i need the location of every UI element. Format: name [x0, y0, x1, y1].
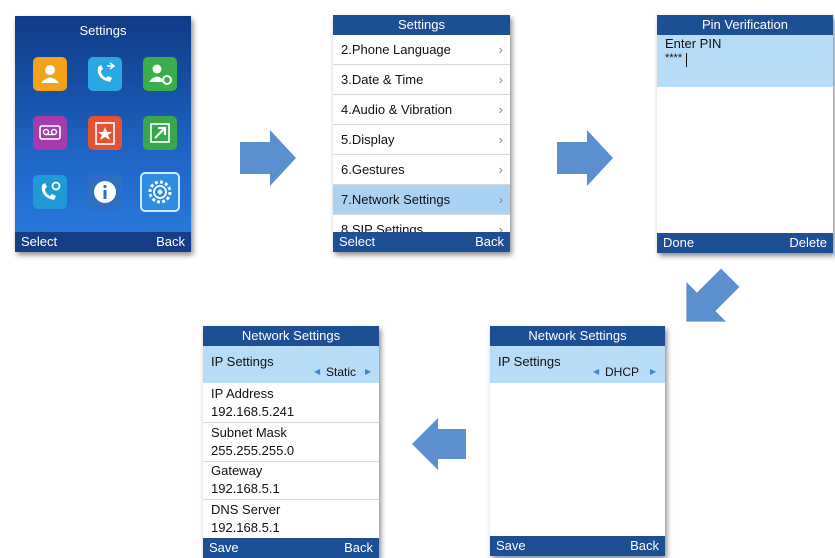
- menu-softkey-bar: Select Back: [333, 232, 510, 252]
- menu-item-label: 5.Display: [341, 132, 395, 147]
- back-softkey[interactable]: Back: [630, 538, 659, 553]
- menu-item-phone-language[interactable]: 2.Phone Language ›: [333, 35, 510, 65]
- pin-input-field[interactable]: ****: [665, 52, 682, 64]
- menu-item-display[interactable]: 5.Display ›: [333, 125, 510, 155]
- chevron-left-icon[interactable]: ◀: [314, 367, 320, 376]
- transfer-icon[interactable]: [143, 116, 177, 150]
- menu-item-gestures[interactable]: 6.Gestures ›: [333, 155, 510, 185]
- flow-arrow-right-1: [240, 130, 296, 186]
- delete-softkey[interactable]: Delete: [789, 235, 827, 250]
- static-softkey-bar: Save Back: [203, 538, 379, 558]
- menu-item-label: 6.Gestures: [341, 162, 405, 177]
- settings-gear-icon[interactable]: [140, 172, 180, 212]
- select-softkey[interactable]: Select: [21, 234, 57, 249]
- pin-label: Enter PIN: [665, 36, 722, 51]
- subnet-mask-input[interactable]: 255.255.255.0: [211, 443, 294, 458]
- divider: [203, 461, 379, 462]
- chevron-right-icon: ›: [498, 162, 503, 177]
- pin-title: Pin Verification: [657, 15, 833, 35]
- gateway-label: Gateway: [211, 463, 263, 478]
- contact-settings-icon[interactable]: [143, 57, 177, 91]
- chevron-right-icon: ›: [498, 132, 503, 147]
- done-softkey[interactable]: Done: [663, 235, 694, 250]
- ip-mode-value[interactable]: DHCP: [605, 365, 639, 379]
- contacts-icon[interactable]: [33, 57, 67, 91]
- ip-settings-label: IP Settings: [211, 354, 274, 369]
- menu-item-label: 3.Date & Time: [341, 72, 424, 87]
- network-settings-title: Network Settings: [490, 326, 665, 346]
- menu-item-label: 4.Audio & Vibration: [341, 102, 453, 117]
- menu-item-network-settings[interactable]: 7.Network Settings ›: [333, 185, 510, 215]
- back-softkey[interactable]: Back: [475, 234, 504, 249]
- network-settings-static-screen: Network Settings IP Settings ◀ Static ▶ …: [203, 326, 379, 558]
- chevron-right-icon: ›: [498, 192, 503, 207]
- divider: [203, 422, 379, 423]
- home-title: Settings: [79, 23, 127, 38]
- ip-settings-label: IP Settings: [498, 354, 561, 369]
- divider: [203, 499, 379, 500]
- flow-arrow-left: [412, 418, 466, 470]
- dhcp-softkey-bar: Save Back: [490, 536, 665, 556]
- network-settings-title: Network Settings: [203, 326, 379, 346]
- dns-server-input[interactable]: 192.168.5.1: [211, 520, 280, 535]
- home-screen: Settings Select Back: [15, 16, 191, 252]
- flow-arrow-right-2: [557, 130, 613, 186]
- ip-address-label: IP Address: [211, 386, 274, 401]
- menu-item-label: 2.Phone Language: [341, 42, 451, 57]
- info-icon[interactable]: [88, 175, 122, 209]
- ip-mode-value[interactable]: Static: [326, 365, 356, 379]
- subnet-mask-label: Subnet Mask: [211, 425, 287, 440]
- call-settings-icon[interactable]: [33, 175, 67, 209]
- select-softkey[interactable]: Select: [339, 234, 375, 249]
- menu-item-date-time[interactable]: 3.Date & Time ›: [333, 65, 510, 95]
- ip-address-input[interactable]: 192.168.5.241: [211, 404, 294, 419]
- dns-server-label: DNS Server: [211, 502, 281, 517]
- chevron-right-icon: ›: [498, 42, 503, 57]
- pin-verification-screen: Pin Verification Enter PIN **** Done Del…: [657, 15, 833, 253]
- text-cursor: [686, 53, 687, 67]
- menu-item-audio-vibration[interactable]: 4.Audio & Vibration ›: [333, 95, 510, 125]
- back-softkey[interactable]: Back: [344, 540, 373, 555]
- save-softkey[interactable]: Save: [496, 538, 526, 553]
- flow-arrow-down-left: [686, 268, 740, 322]
- save-softkey[interactable]: Save: [209, 540, 239, 555]
- network-settings-dhcp-screen: Network Settings IP Settings ◀ DHCP ▶ Sa…: [490, 326, 665, 556]
- chevron-right-icon: ›: [498, 102, 503, 117]
- menu-item-label: 7.Network Settings: [341, 192, 451, 207]
- voicemail-icon[interactable]: [33, 116, 67, 150]
- home-softkey-bar: Select Back: [15, 232, 191, 252]
- favorites-icon[interactable]: [88, 116, 122, 150]
- chevron-right-icon[interactable]: ▶: [650, 367, 656, 376]
- pin-softkey-bar: Done Delete: [657, 233, 833, 253]
- chevron-right-icon[interactable]: ▶: [365, 367, 371, 376]
- chevron-left-icon[interactable]: ◀: [593, 367, 599, 376]
- back-softkey[interactable]: Back: [156, 234, 185, 249]
- chevron-right-icon: ›: [498, 72, 503, 87]
- gateway-input[interactable]: 192.168.5.1: [211, 481, 280, 496]
- settings-menu-screen: Settings 2.Phone Language › 3.Date & Time…: [333, 15, 510, 252]
- call-history-icon[interactable]: [88, 57, 122, 91]
- settings-menu-title: Settings: [333, 15, 510, 35]
